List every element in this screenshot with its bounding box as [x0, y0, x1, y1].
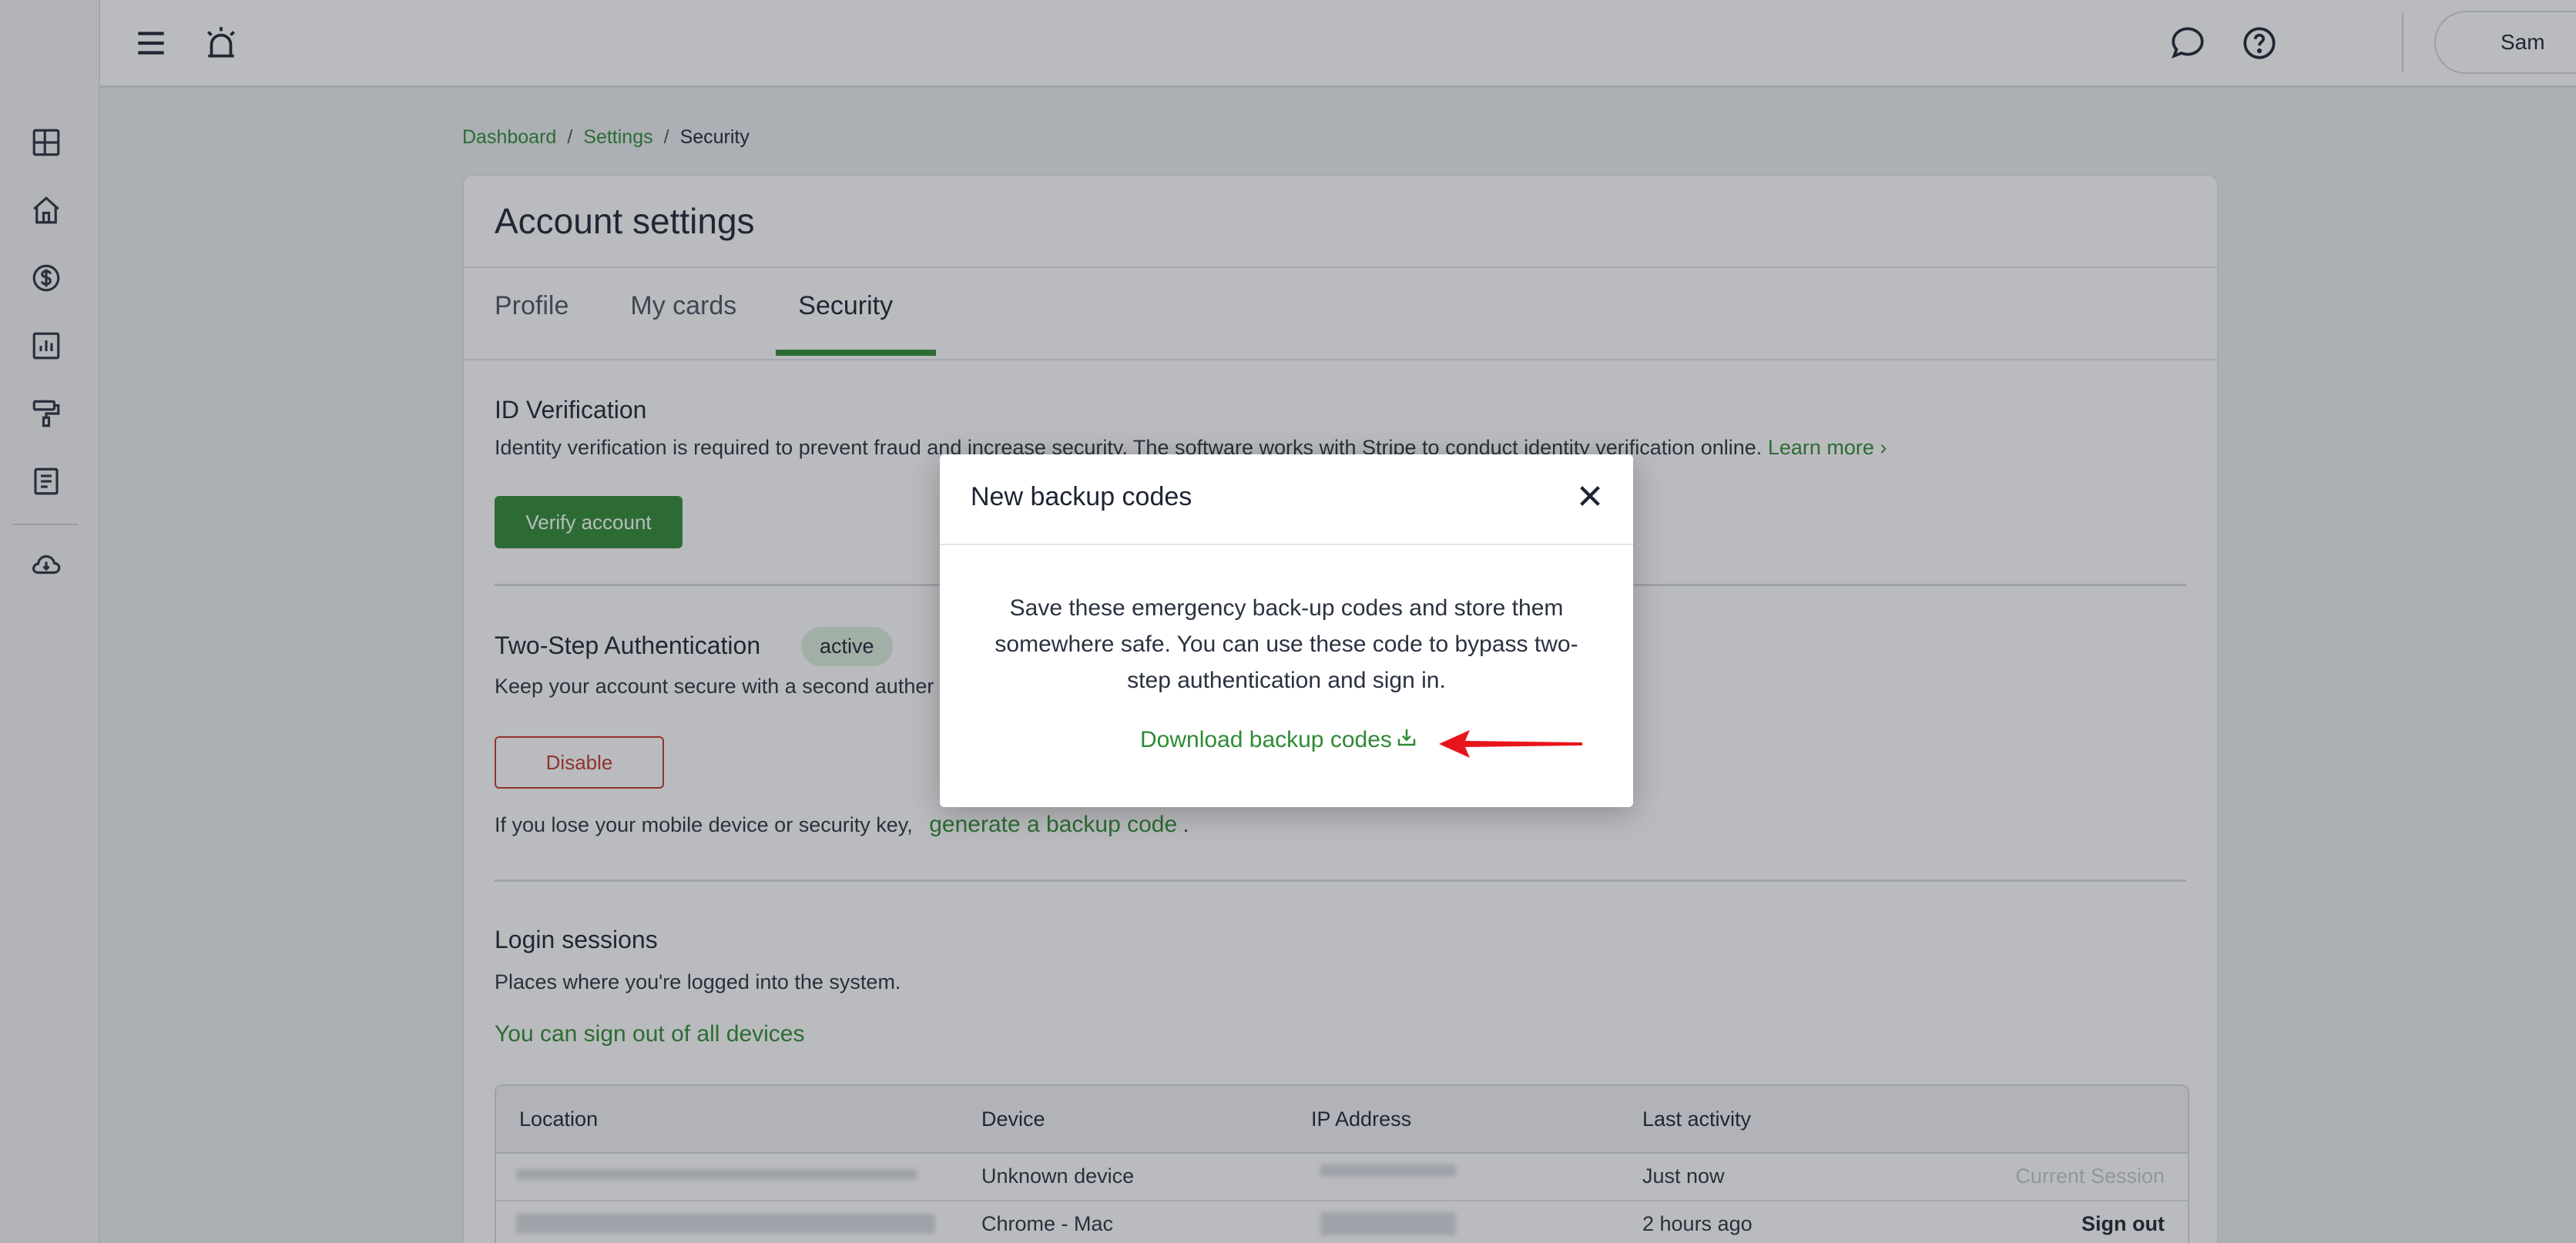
download-icon [1395, 725, 1418, 755]
download-backup-codes-link[interactable]: Download backup codes [1140, 725, 1418, 755]
modal-title: New backup codes [971, 482, 1192, 511]
modal-body-text: Save these emergency back-up codes and s… [995, 595, 1578, 693]
annotation-arrow [1439, 730, 1582, 758]
download-backup-codes-label: Download backup codes [1140, 727, 1392, 752]
close-icon[interactable] [1571, 477, 1608, 514]
modal-divider [940, 544, 1633, 545]
